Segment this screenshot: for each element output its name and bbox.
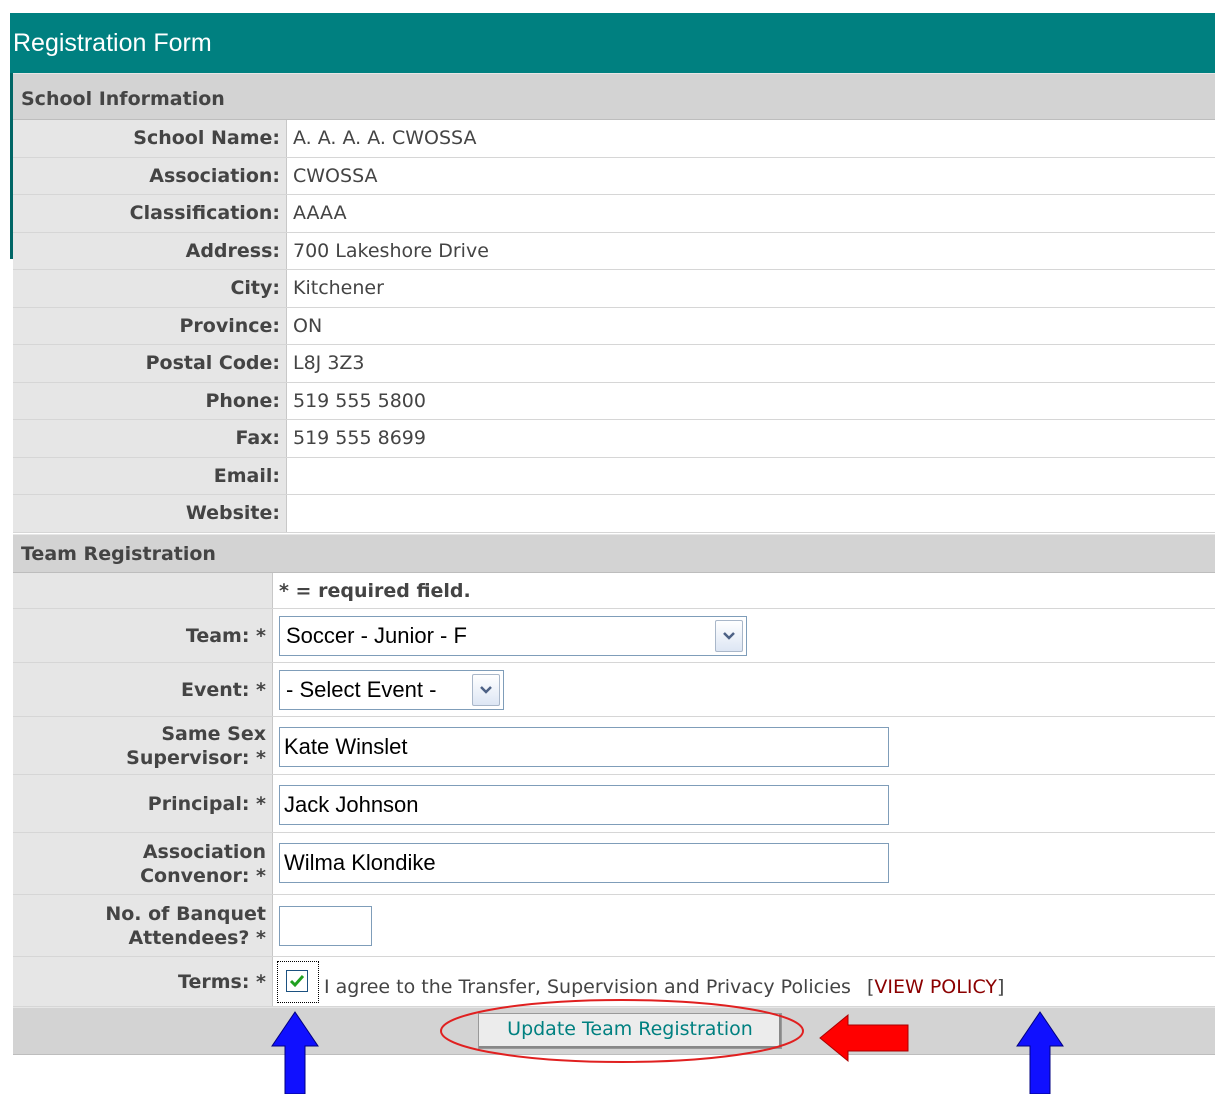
red-arrow-left-icon <box>819 1013 909 1063</box>
blue-arrow-up-icon <box>1016 1011 1064 1094</box>
annotation-overlay <box>271 999 1064 1094</box>
blue-arrow-up-icon <box>271 1011 319 1094</box>
highlight-ellipse <box>440 999 804 1063</box>
